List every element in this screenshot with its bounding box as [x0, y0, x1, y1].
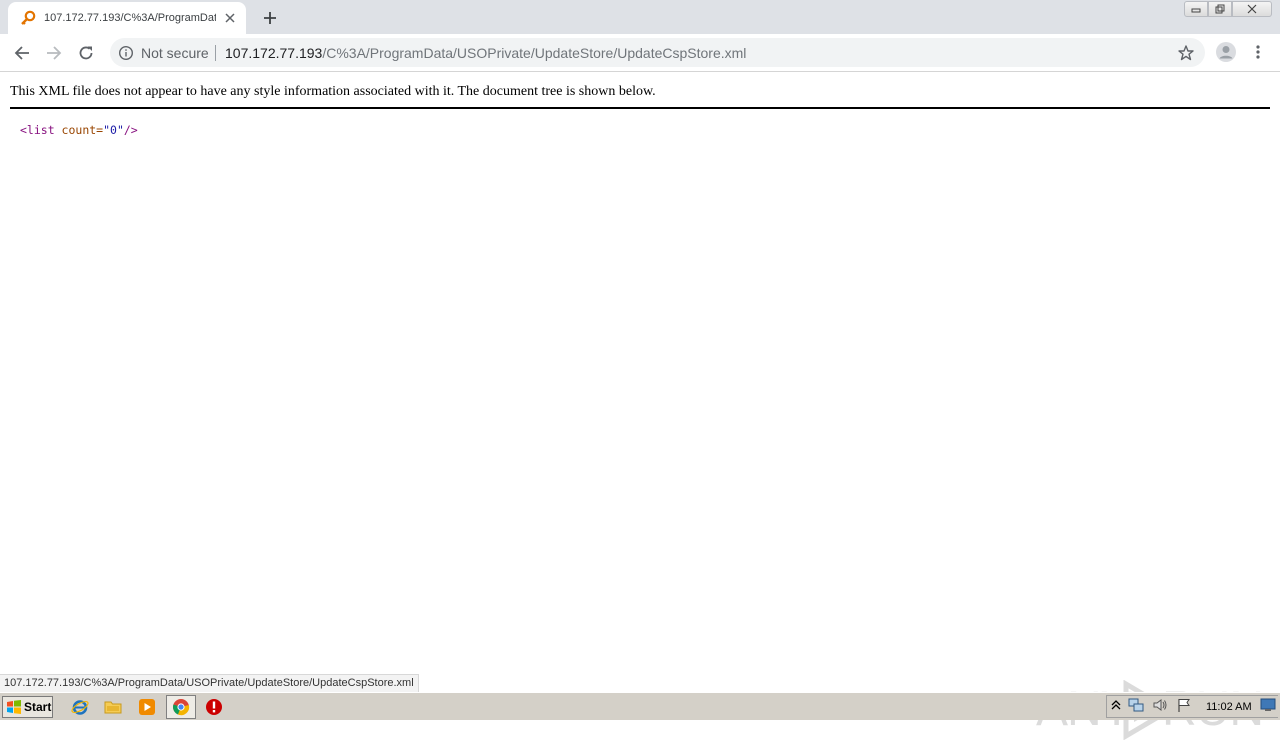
- windows-logo-icon: [7, 700, 21, 714]
- window-close-button[interactable]: [1232, 1, 1272, 17]
- volume-icon[interactable]: [1152, 697, 1168, 713]
- kebab-menu-icon[interactable]: [1250, 41, 1266, 63]
- xml-document-tree: <list count="0"/>: [20, 123, 138, 137]
- show-desktop-icon[interactable]: [1260, 697, 1276, 713]
- back-arrow-icon[interactable]: [11, 42, 33, 64]
- security-label[interactable]: Not secure: [141, 45, 209, 61]
- status-bubble: 107.172.77.193/C%3A/ProgramData/USOPriva…: [0, 674, 419, 692]
- key-icon: [20, 10, 36, 26]
- url-host: 107.172.77.193: [225, 45, 323, 61]
- clock[interactable]: 11:02 AM: [1206, 701, 1252, 713]
- taskbar: Start 11:02 AM: [0, 692, 1280, 720]
- omnibox-divider: [215, 45, 216, 61]
- xml-style-notice: This XML file does not appear to have an…: [10, 84, 656, 99]
- xml-tag-close: />: [123, 123, 138, 137]
- tab-active[interactable]: 107.172.77.193/C%3A/ProgramData/USOPriva…: [8, 2, 246, 34]
- stop-sign-icon[interactable]: [204, 697, 224, 717]
- minimize-button[interactable]: [1184, 1, 1208, 17]
- avatar-icon[interactable]: [1215, 41, 1237, 63]
- xml-attribute-name: count=: [54, 123, 104, 137]
- url-text[interactable]: 107.172.77.193/C%3A/ProgramData/USOPriva…: [225, 45, 746, 61]
- url-path: /C%3A/ProgramData/USOPrivate/UpdateStore…: [322, 45, 747, 61]
- info-icon[interactable]: [118, 45, 134, 61]
- xml-attribute-value: "0": [103, 123, 124, 137]
- plus-icon[interactable]: [260, 8, 280, 28]
- address-bar[interactable]: Not secure 107.172.77.193/C%3A/ProgramDa…: [110, 38, 1205, 67]
- network-icon[interactable]: [1128, 697, 1144, 713]
- action-center-flag-icon[interactable]: [1176, 697, 1192, 713]
- folder-icon[interactable]: [103, 697, 123, 717]
- start-button[interactable]: Start: [2, 696, 53, 718]
- divider: [10, 107, 1270, 109]
- page-content: This XML file does not appear to have an…: [0, 72, 1280, 740]
- show-hidden-icons-icon[interactable]: [1108, 697, 1124, 713]
- star-icon[interactable]: [1177, 44, 1195, 62]
- forward-arrow-icon[interactable]: [43, 42, 65, 64]
- media-player-icon[interactable]: [137, 697, 157, 717]
- xml-tag-open: <list: [20, 123, 55, 137]
- restore-button[interactable]: [1208, 1, 1232, 17]
- tab-strip: 107.172.77.193/C%3A/ProgramData/USOPriva…: [0, 0, 1280, 34]
- close-icon[interactable]: [222, 10, 238, 26]
- chrome-icon[interactable]: [171, 697, 191, 717]
- start-label: Start: [24, 700, 52, 714]
- reload-icon[interactable]: [75, 42, 97, 64]
- browser-toolbar: Not secure 107.172.77.193/C%3A/ProgramDa…: [0, 34, 1280, 72]
- internet-explorer-icon[interactable]: [70, 697, 90, 717]
- tab-title: 107.172.77.193/C%3A/ProgramData/USOPriva…: [44, 12, 216, 24]
